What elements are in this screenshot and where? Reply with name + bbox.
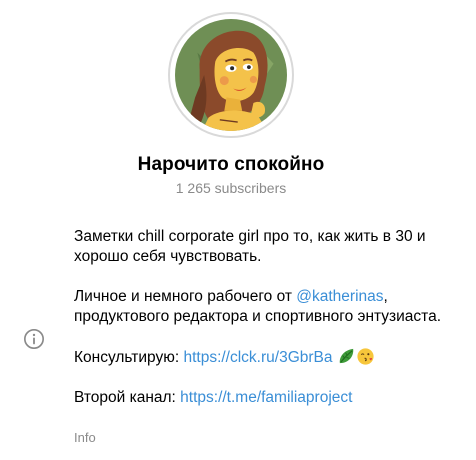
- description-line-notes: Заметки chill corporate girl про то, как…: [74, 228, 426, 265]
- leafy-green-emoji: [339, 348, 354, 364]
- consulting-link[interactable]: https://clck.ru/3GbrBa: [183, 349, 332, 366]
- second-channel-link[interactable]: https://t.me/familiaproject: [180, 389, 352, 406]
- subscriber-count: 1 265 subscribers: [175, 180, 287, 196]
- face-blowing-kiss-emoji: [357, 348, 374, 365]
- channel-avatar[interactable]: [175, 19, 287, 131]
- description-line-consulting: Консультирую: https://clck.ru/3GbrBa: [74, 347, 464, 368]
- channel-avatar-frame[interactable]: [168, 12, 294, 138]
- info-section-label: Info: [74, 430, 96, 445]
- description-line-second-channel: Второй канал: https://t.me/familiaprojec…: [74, 388, 464, 408]
- info-circle-icon: [24, 329, 44, 349]
- author-text-prefix: Личное и немного рабочего от: [74, 288, 297, 305]
- author-username-link[interactable]: @katherinas: [296, 288, 383, 305]
- channel-title: Нарочито спокойно: [137, 154, 325, 175]
- channel-description: Заметки chill corporate girl про то, как…: [74, 227, 464, 408]
- description-line-author: Личное и немного рабочего от @katherinas…: [74, 287, 464, 327]
- consulting-text-prefix: Консультирую:: [74, 349, 184, 366]
- second-channel-text-prefix: Второй канал:: [74, 389, 181, 406]
